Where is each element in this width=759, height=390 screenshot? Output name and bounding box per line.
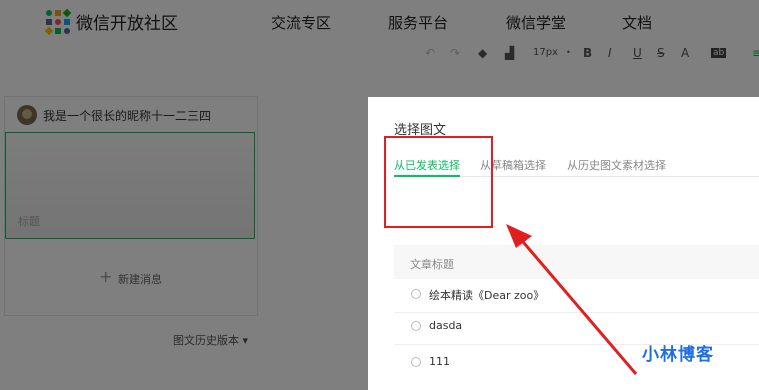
watermark: 小林博客 [642, 345, 714, 365]
annotation-arrow-icon [506, 224, 638, 375]
